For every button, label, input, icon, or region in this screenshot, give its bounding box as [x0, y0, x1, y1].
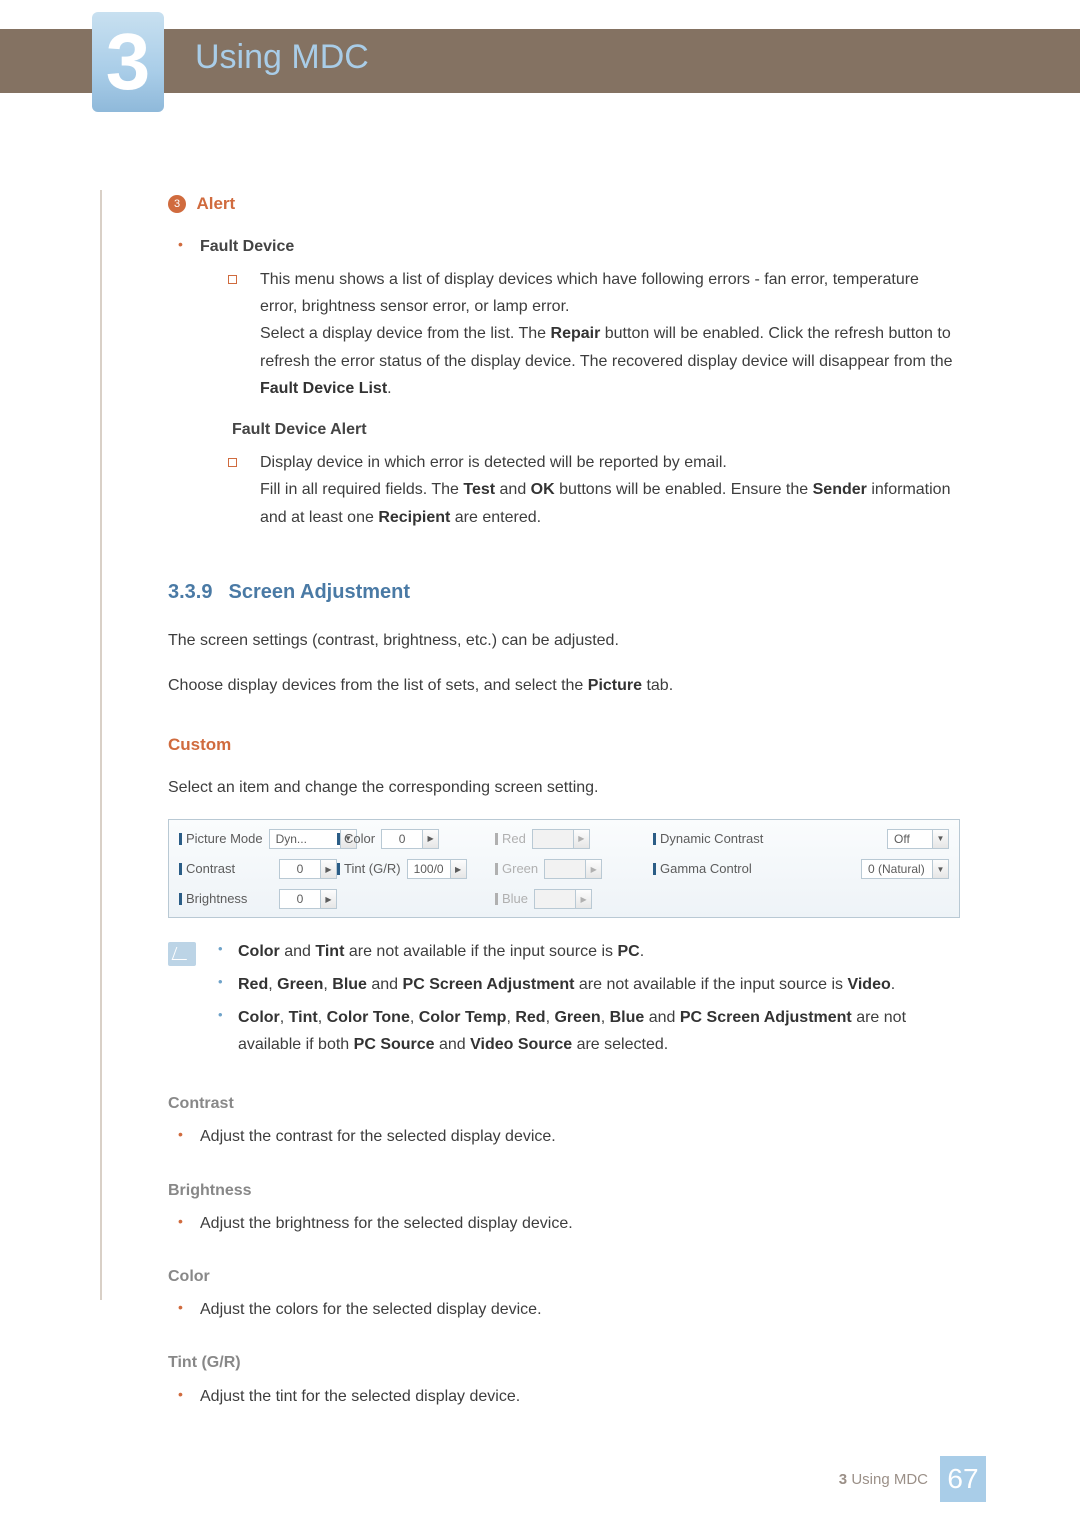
- contrast-heading: Contrast: [168, 1090, 960, 1117]
- note-block: Color and Tint are not available if the …: [168, 938, 960, 1065]
- text: Choose display devices from the list of …: [168, 677, 588, 694]
- green-stepper: ▶: [544, 859, 602, 879]
- fault-device-item: Fault Device This menu shows a list of d…: [168, 233, 960, 531]
- note-item: Red, Green, Blue and PC Screen Adjustmen…: [210, 971, 960, 998]
- brightness-desc: Adjust the brightness for the selected d…: [168, 1210, 960, 1237]
- bold: Test: [463, 481, 495, 498]
- section-heading: 3.3.9 Screen Adjustment: [168, 575, 960, 609]
- fault-device-desc: This menu shows a list of display device…: [200, 266, 960, 402]
- dynamic-contrast-cell: Dynamic Contrast Off▼: [653, 828, 949, 850]
- tint-desc: Adjust the tint for the selected display…: [168, 1383, 960, 1410]
- tint-label: Tint (G/R): [337, 858, 401, 880]
- green-label: Green: [495, 858, 538, 880]
- arrow-right-icon[interactable]: ▶: [320, 890, 336, 908]
- contrast-desc: Adjust the contrast for the selected dis…: [168, 1123, 960, 1150]
- text: and: [495, 481, 531, 498]
- note-icon: [168, 942, 196, 966]
- gamma-cell: Gamma Control 0 (Natural)▼: [653, 858, 949, 880]
- red-cell: Red ▶: [495, 828, 653, 850]
- blue-stepper: ▶: [534, 889, 592, 909]
- bold: OK: [531, 481, 555, 498]
- red-label: Red: [495, 828, 526, 850]
- contrast-cell: Contrast 0▶: [179, 858, 337, 880]
- section-p1: The screen settings (contrast, brightnes…: [168, 627, 960, 654]
- arrow-right-icon: ▶: [575, 890, 591, 908]
- note-item: Color and Tint are not available if the …: [210, 938, 960, 965]
- color-heading: Color: [168, 1263, 960, 1290]
- bold: Fault Device List: [260, 380, 387, 397]
- text: are entered.: [450, 509, 541, 526]
- text: buttons will be enabled. Ensure the: [555, 481, 813, 498]
- bold: Repair: [551, 325, 601, 342]
- section-number: 3.3.9: [168, 581, 212, 603]
- gamma-dropdown[interactable]: 0 (Natural)▼: [861, 859, 949, 879]
- section-p2: Choose display devices from the list of …: [168, 672, 960, 699]
- fault-device-alert-heading: Fault Device Alert: [232, 421, 367, 438]
- alert-title: Alert: [196, 194, 235, 213]
- brightness-cell: Brightness 0▶: [179, 888, 337, 910]
- alert-number-badge: 3: [168, 195, 186, 213]
- footer: 3 Using MDC 67: [839, 1456, 986, 1502]
- text: This menu shows a list of display device…: [260, 271, 919, 315]
- dynamic-contrast-dropdown[interactable]: Off▼: [887, 829, 949, 849]
- content-area: 3 Alert Fault Device This menu shows a l…: [168, 190, 960, 1410]
- blue-label: Blue: [495, 888, 528, 910]
- page-number: 67: [940, 1456, 986, 1502]
- chevron-down-icon[interactable]: ▼: [932, 860, 948, 878]
- bold: Recipient: [378, 509, 450, 526]
- tint-heading: Tint (G/R): [168, 1349, 960, 1376]
- fault-device-heading: Fault Device: [200, 238, 294, 255]
- color-stepper[interactable]: 0▶: [381, 829, 439, 849]
- left-rule: [100, 190, 102, 1300]
- arrow-right-icon[interactable]: ▶: [450, 860, 466, 878]
- footer-text: 3 Using MDC: [839, 1471, 928, 1488]
- text: Display device in which error is detecte…: [260, 454, 727, 471]
- color-label: Color: [337, 828, 375, 850]
- arrow-right-icon: ▶: [573, 830, 589, 848]
- arrow-right-icon: ▶: [585, 860, 601, 878]
- red-stepper: ▶: [532, 829, 590, 849]
- settings-panel: Picture Mode Dyn...▼ Color 0▶ Red ▶ Dyna…: [168, 819, 960, 917]
- brightness-heading: Brightness: [168, 1177, 960, 1204]
- text: .: [387, 380, 391, 397]
- chapter-title: Using MDC: [195, 38, 369, 77]
- picture-mode-cell: Picture Mode Dyn...▼: [179, 828, 337, 850]
- arrow-right-icon[interactable]: ▶: [422, 830, 438, 848]
- dynamic-contrast-label: Dynamic Contrast: [653, 828, 763, 850]
- text: Fill in all required fields. The: [260, 481, 463, 498]
- color-cell: Color 0▶: [337, 828, 495, 850]
- contrast-label: Contrast: [179, 858, 235, 880]
- custom-heading: Custom: [168, 731, 960, 760]
- text: Select a display device from the list. T…: [260, 325, 551, 342]
- contrast-stepper[interactable]: 0▶: [279, 859, 337, 879]
- alert-heading: 3 Alert: [168, 190, 960, 219]
- bold: Picture: [588, 677, 642, 694]
- brightness-label: Brightness: [179, 888, 247, 910]
- bold: Sender: [813, 481, 867, 498]
- chapter-number: 3: [106, 16, 151, 108]
- brightness-stepper[interactable]: 0▶: [279, 889, 337, 909]
- picture-mode-label: Picture Mode: [179, 828, 263, 850]
- text: tab.: [642, 677, 673, 694]
- arrow-right-icon[interactable]: ▶: [320, 860, 336, 878]
- blue-cell: Blue ▶: [495, 888, 653, 910]
- gamma-label: Gamma Control: [653, 858, 752, 880]
- section-title: Screen Adjustment: [228, 581, 410, 603]
- fault-device-alert-desc: Display device in which error is detecte…: [200, 449, 960, 531]
- tint-cell: Tint (G/R) 100/0▶: [337, 858, 495, 880]
- note-item: Color, Tint, Color Tone, Color Temp, Red…: [210, 1004, 960, 1058]
- color-desc: Adjust the colors for the selected displ…: [168, 1296, 960, 1323]
- chevron-down-icon[interactable]: ▼: [932, 830, 948, 848]
- tint-stepper[interactable]: 100/0▶: [407, 859, 467, 879]
- custom-p: Select an item and change the correspond…: [168, 774, 960, 801]
- green-cell: Green ▶: [495, 858, 653, 880]
- fault-device-list: Fault Device This menu shows a list of d…: [168, 233, 960, 531]
- chapter-badge: 3: [92, 12, 164, 112]
